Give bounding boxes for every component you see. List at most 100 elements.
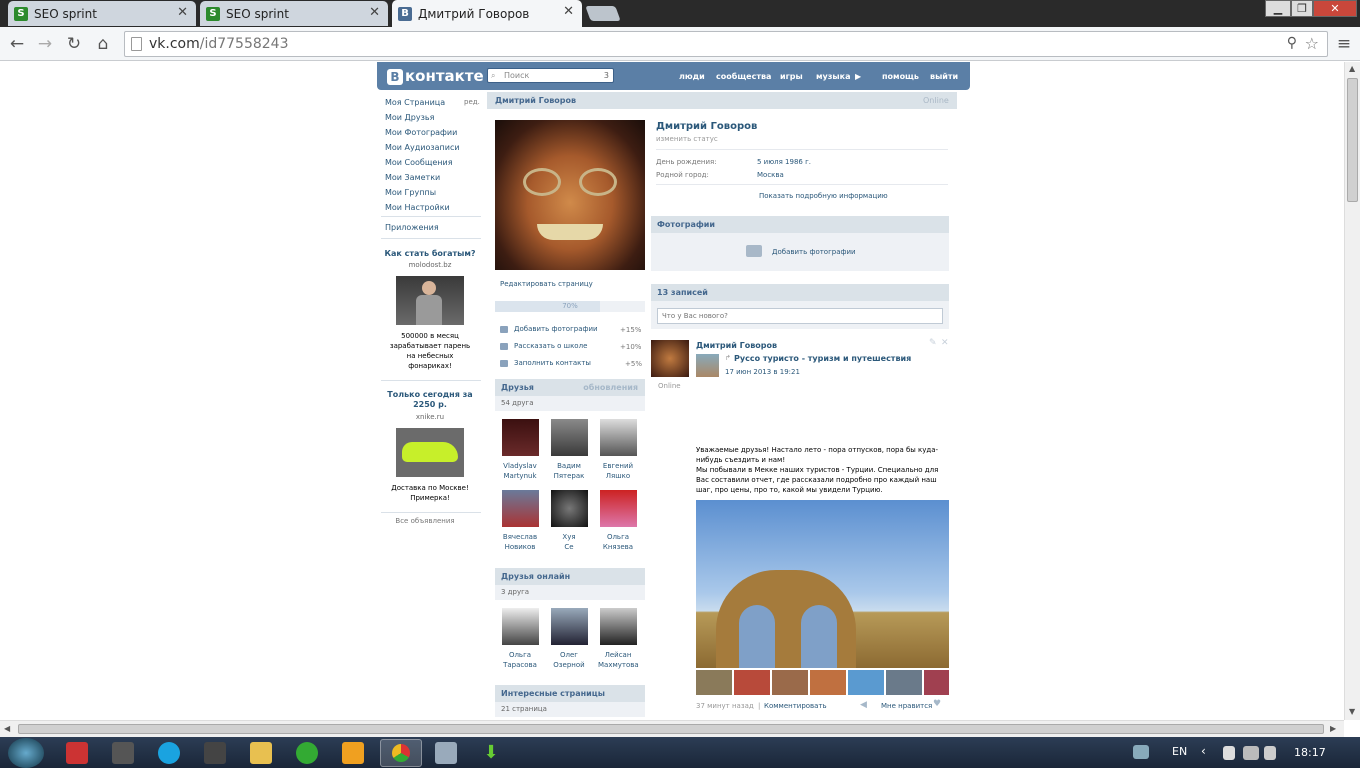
post-author-name[interactable]: Дмитрий Говоров (696, 341, 777, 350)
zoom-icon[interactable]: ⚲ (1287, 35, 1297, 51)
poker-icon[interactable] (66, 742, 88, 764)
show-details-link[interactable]: Показать подробную информацию (759, 192, 888, 200)
interesting-pages-count[interactable]: 21 страница (495, 702, 645, 717)
clock[interactable]: 18:17 (1294, 746, 1326, 759)
friend-card[interactable]: Ольга Князева (598, 490, 638, 552)
comment-link[interactable]: Комментировать (764, 702, 827, 710)
home-icon[interactable]: ⌂ (92, 33, 114, 55)
menu-my-page[interactable]: Моя Страница (385, 98, 445, 107)
post-thumbnail[interactable] (924, 670, 949, 695)
post-date[interactable]: 17 июн 2013 в 19:21 (725, 368, 800, 376)
add-photos-area[interactable]: Добавить фотографии (651, 233, 949, 271)
nav-games[interactable]: игры (780, 72, 803, 81)
scroll-left-icon[interactable]: ◀ (4, 724, 10, 733)
nav-music[interactable]: музыка (816, 72, 850, 81)
heart-icon[interactable]: ♥ (933, 699, 941, 709)
menu-edit-link[interactable]: ред. (464, 98, 480, 106)
vk-logo[interactable]: Вконтакте (387, 67, 484, 85)
language-indicator[interactable]: EN (1172, 745, 1187, 758)
friend-card[interactable]: Вячеслав Новиков (500, 490, 540, 552)
back-icon[interactable]: ← (6, 33, 28, 55)
menu-friends[interactable]: Мои Друзья (385, 113, 434, 122)
city-value[interactable]: Москва (757, 171, 784, 179)
player-icon[interactable] (342, 742, 364, 764)
change-status-link[interactable]: изменить статус (656, 135, 718, 143)
battery-icon[interactable] (1223, 746, 1235, 760)
edit-page-link[interactable]: Редактировать страницу (500, 280, 593, 288)
nav-logout[interactable]: выйти (930, 72, 958, 81)
vertical-scrollbar[interactable]: ▲ ▼ (1344, 62, 1360, 720)
game-icon[interactable] (204, 742, 226, 764)
play-icon[interactable]: ▶ (855, 72, 861, 81)
volume-icon[interactable] (1264, 746, 1276, 760)
post-thumbnail[interactable] (848, 670, 884, 695)
nav-people[interactable]: люди (679, 72, 705, 81)
post-thumbnail[interactable] (696, 670, 732, 695)
app-icon[interactable] (112, 742, 134, 764)
menu-icon[interactable]: ≡ (1333, 33, 1355, 55)
ad-block[interactable]: Как стать богатым? molodost.bz 500000 в … (377, 249, 483, 371)
browser-tab[interactable]: S SEO sprint ✕ (200, 1, 388, 26)
edit-post-icon[interactable]: ✎ (929, 338, 937, 348)
birthday-value[interactable]: 5 июля 1986 г. (757, 158, 811, 166)
menu-groups[interactable]: Мои Группы (385, 188, 436, 197)
photos-header[interactable]: Фотографии (651, 216, 949, 233)
ad-block[interactable]: Только сегодня за 2250 р. xnike.ru Доста… (377, 390, 483, 503)
menu-settings[interactable]: Мои Настройки (385, 203, 450, 212)
share-icon[interactable]: ◀ (860, 700, 867, 710)
horizontal-scrollbar[interactable]: ◀ ▶ (0, 720, 1344, 737)
like-link[interactable]: Мне нравится (881, 702, 932, 710)
add-photos-link[interactable]: Добавить фотографии (772, 248, 856, 256)
skype-icon[interactable] (158, 742, 180, 764)
post-thumbnail[interactable] (886, 670, 922, 695)
friend-card[interactable]: Ольга Тарасова (500, 608, 540, 670)
maximize-button[interactable]: ❐ (1291, 0, 1313, 17)
repost-source-name[interactable]: Руссо туристо - туризм и путешествия (734, 354, 911, 363)
post-thumbnail[interactable] (734, 670, 770, 695)
friends-header[interactable]: Друзья обновления (495, 379, 645, 396)
close-tab-icon[interactable]: ✕ (177, 5, 188, 20)
friends-count[interactable]: 54 друга (495, 396, 645, 411)
friend-card[interactable]: Хуя Се (549, 490, 589, 552)
browser-tab-active[interactable]: B Дмитрий Говоров ✕ (392, 0, 582, 27)
minimize-button[interactable]: ▁ (1265, 0, 1291, 17)
signal-icon[interactable] (1243, 746, 1259, 760)
tray-expand-icon[interactable]: ‹ (1201, 744, 1206, 758)
all-ads-link[interactable]: Все объявления (377, 517, 473, 525)
close-tab-icon[interactable]: ✕ (369, 5, 380, 20)
media-icon[interactable] (296, 742, 318, 764)
browser-tab[interactable]: S SEO sprint ✕ (8, 1, 196, 26)
post-time-ago[interactable]: 37 минут назад (696, 702, 754, 710)
forward-icon[interactable]: → (34, 33, 56, 55)
menu-notes[interactable]: Мои Заметки (385, 173, 440, 182)
scroll-right-icon[interactable]: ▶ (1330, 724, 1336, 733)
scroll-thumb[interactable] (1347, 78, 1358, 202)
completion-item[interactable]: Рассказать о школе (500, 342, 587, 350)
search-input[interactable]: ⌕ Поиск 3 (487, 68, 614, 83)
friend-card[interactable]: Вадим Пятерак (549, 419, 589, 481)
completion-item[interactable]: Заполнить контакты (500, 359, 591, 367)
start-button[interactable] (8, 738, 44, 768)
repost-group-avatar[interactable] (696, 354, 719, 377)
friend-card[interactable]: Лейсан Махмутова (598, 608, 639, 670)
chrome-taskbar-button[interactable] (380, 739, 422, 767)
post-thumbnail[interactable] (810, 670, 846, 695)
delete-post-icon[interactable]: ✕ (941, 338, 949, 348)
post-thumbnail[interactable] (772, 670, 808, 695)
online-friends-count[interactable]: 3 друга (495, 585, 645, 600)
friend-card[interactable]: Vladyslav Martynuk (500, 419, 540, 481)
friend-card[interactable]: Олег Озерной (549, 608, 589, 670)
friends-updates-link[interactable]: обновления (583, 383, 638, 392)
address-bar[interactable]: vk.com/id77558243 ⚲ ☆ (124, 31, 1328, 57)
new-tab-button[interactable] (585, 6, 621, 21)
nav-communities[interactable]: сообщества (716, 72, 771, 81)
wall-header[interactable]: 13 записей (651, 284, 949, 301)
reload-icon[interactable]: ↻ (63, 33, 85, 55)
download-icon[interactable]: ⬇ (480, 742, 502, 764)
network-icon[interactable] (1133, 745, 1149, 759)
post-photo[interactable] (696, 500, 949, 668)
menu-messages[interactable]: Мои Сообщения (385, 158, 453, 167)
scroll-down-icon[interactable]: ▼ (1349, 707, 1355, 716)
bookmark-star-icon[interactable]: ☆ (1305, 34, 1319, 53)
folder-icon[interactable] (250, 742, 272, 764)
